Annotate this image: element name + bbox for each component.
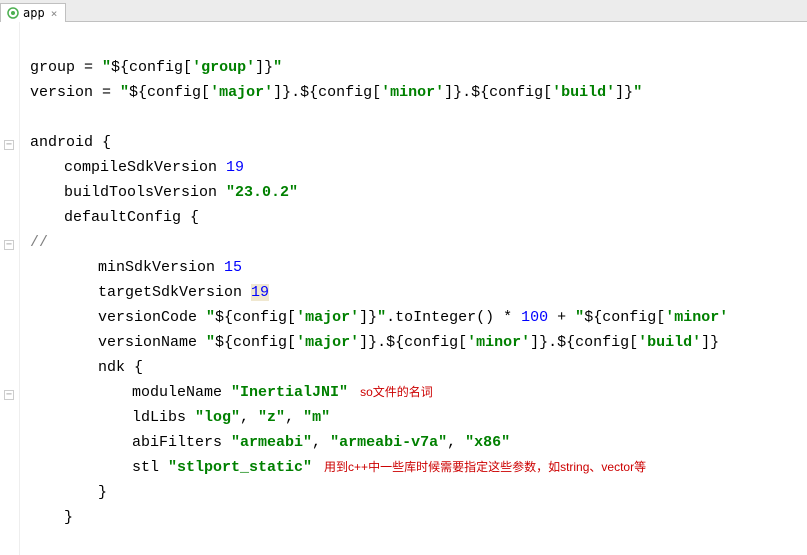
gutter: − − − <box>0 22 20 555</box>
code-line: group = "${config['group']}" <box>30 55 807 80</box>
tab-bar: app × <box>0 0 807 22</box>
code-line: } <box>30 505 807 530</box>
code-line: android { <box>30 130 807 155</box>
code-line: version = "${config['major']}.${config['… <box>30 80 807 105</box>
code-line: ldLibs "log", "z", "m" <box>30 405 807 430</box>
close-icon[interactable]: × <box>51 7 58 20</box>
annotation: so文件的名词 <box>348 385 433 399</box>
code-line <box>30 105 807 130</box>
code-line: } <box>30 480 807 505</box>
code-line: versionCode "${config['major']}".toInteg… <box>30 305 807 330</box>
fold-marker[interactable]: − <box>4 240 14 250</box>
code-line: // <box>30 230 807 255</box>
code-line <box>30 30 807 55</box>
code-line: versionName "${config['major']}.${config… <box>30 330 807 355</box>
gradle-icon <box>7 7 19 19</box>
tab-app[interactable]: app × <box>0 3 66 22</box>
code-line: buildToolsVersion "23.0.2" <box>30 180 807 205</box>
code-line: ndk { <box>30 355 807 380</box>
tab-label: app <box>23 6 45 20</box>
fold-marker[interactable]: − <box>4 140 14 150</box>
code-line: defaultConfig { <box>30 205 807 230</box>
code-line: minSdkVersion 15 <box>30 255 807 280</box>
editor: − − − group = "${config['group']}" versi… <box>0 22 807 555</box>
code-area[interactable]: group = "${config['group']}" version = "… <box>20 22 807 555</box>
code-line: compileSdkVersion 19 <box>30 155 807 180</box>
code-line: abiFilters "armeabi", "armeabi-v7a", "x8… <box>30 430 807 455</box>
fold-marker[interactable]: − <box>4 390 14 400</box>
code-line: moduleName "InertialJNI"so文件的名词 <box>30 380 807 405</box>
code-line: stl "stlport_static"用到c++中一些库时候需要指定这些参数，… <box>30 455 807 480</box>
code-line: targetSdkVersion 19 <box>30 280 807 305</box>
annotation: 用到c++中一些库时候需要指定这些参数，如string、vector等 <box>312 460 646 474</box>
